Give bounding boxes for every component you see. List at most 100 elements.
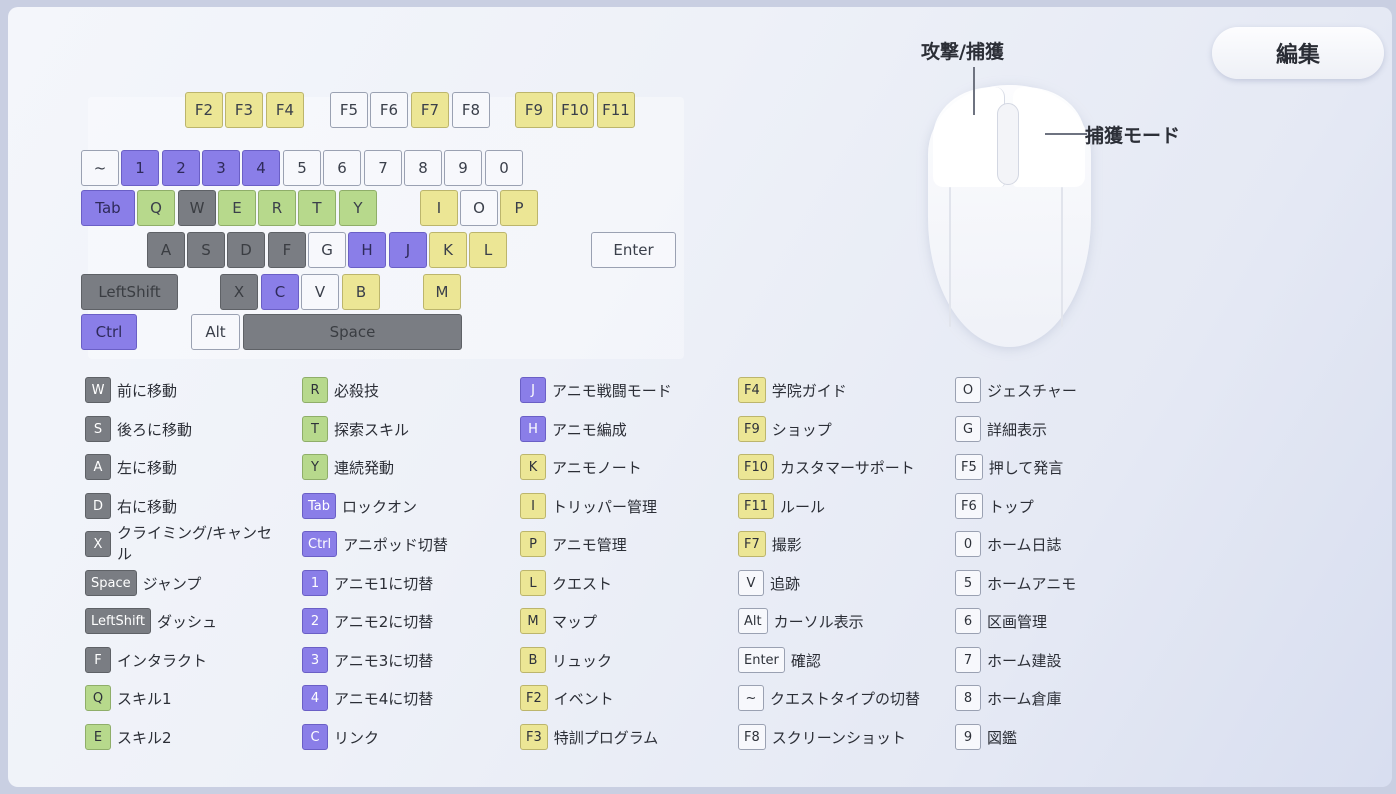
legend-action: リンク — [334, 728, 380, 747]
mouse-right-label: 捕獲モード — [1085, 125, 1181, 147]
key-h[interactable]: H — [348, 232, 386, 268]
key-f11[interactable]: F11 — [597, 92, 635, 128]
key-b[interactable]: B — [342, 274, 380, 310]
key-3[interactable]: 3 — [202, 150, 240, 186]
legend-item: 1 アニモ1に切替 — [302, 570, 433, 596]
mouse-left-button[interactable] — [933, 87, 1005, 187]
legend-action: 追跡 — [770, 574, 801, 593]
key-leftshift[interactable]: LeftShift — [81, 274, 178, 310]
key-f[interactable]: F — [268, 232, 306, 268]
legend-item: Enter 確認 — [738, 647, 821, 673]
key-tab[interactable]: Tab — [81, 190, 135, 226]
key-g[interactable]: G — [308, 232, 346, 268]
mouse-side-line — [949, 187, 951, 327]
legend-item: V 追跡 — [738, 570, 800, 596]
key-ctrl[interactable]: Ctrl — [81, 314, 137, 350]
legend-action: アニモ1に切替 — [334, 574, 434, 593]
mouse-left-pointer — [973, 67, 975, 115]
key-v[interactable]: V — [301, 274, 339, 310]
legend-action: 探索スキル — [334, 420, 410, 439]
legend-item: 9 図鑑 — [955, 724, 1017, 750]
legend-key: F7 — [738, 531, 766, 557]
edit-button[interactable]: 編集 — [1212, 27, 1384, 79]
key-m[interactable]: M — [423, 274, 461, 310]
key-space[interactable]: Space — [243, 314, 462, 350]
key-0[interactable]: 0 — [485, 150, 523, 186]
key-o[interactable]: O — [460, 190, 498, 226]
legend-item: ~ クエストタイプの切替 — [738, 685, 920, 711]
key-d[interactable]: D — [227, 232, 265, 268]
key-f3[interactable]: F3 — [225, 92, 263, 128]
key-enter[interactable]: Enter — [591, 232, 676, 268]
legend-key: Ctrl — [302, 531, 338, 557]
legend-key: H — [520, 416, 546, 442]
mouse-right-button[interactable] — [1013, 87, 1085, 187]
key-settings-panel: F2 F3 F4 F5 F6 F7 F8 F9 F10 F11 ~1 2 3 4 5 6 7 8 9 0 Tab Q W E R… — [8, 7, 1392, 787]
key-i[interactable]: I — [420, 190, 458, 226]
mouse-wheel[interactable] — [997, 103, 1019, 185]
key-y[interactable]: Y — [339, 190, 377, 226]
key-r[interactable]: R — [258, 190, 296, 226]
key-x[interactable]: X — [220, 274, 258, 310]
key-e[interactable]: E — [218, 190, 256, 226]
key-a[interactable]: A — [147, 232, 185, 268]
key-f6[interactable]: F6 — [370, 92, 408, 128]
legend-key: F — [85, 647, 111, 673]
key-f5[interactable]: F5 — [330, 92, 368, 128]
key-alt[interactable]: Alt — [191, 314, 240, 350]
legend-item: C リンク — [302, 724, 379, 750]
key-2[interactable]: 2 — [162, 150, 200, 186]
legend-key: F3 — [520, 724, 548, 750]
key-f9[interactable]: F9 — [515, 92, 553, 128]
mouse-right-pointer — [1045, 133, 1087, 135]
key-5[interactable]: 5 — [283, 150, 321, 186]
legend-key: Y — [302, 454, 328, 480]
key-c[interactable]: C — [261, 274, 299, 310]
legend-action: 連続発動 — [334, 458, 395, 477]
legend-key: M — [520, 608, 546, 634]
key-tilde[interactable]: ~ — [81, 150, 119, 186]
legend-key: J — [520, 377, 546, 403]
legend-action: ジェスチャー — [987, 381, 1077, 400]
legend-item: LeftShift ダッシュ — [85, 608, 217, 634]
legend-action: 撮影 — [771, 535, 802, 554]
legend-action: インタラクト — [117, 651, 208, 670]
key-k[interactable]: K — [429, 232, 467, 268]
legend-action: 必殺技 — [334, 381, 380, 400]
legend-action: スキル1 — [117, 689, 172, 708]
legend-key: F4 — [738, 377, 766, 403]
key-7[interactable]: 7 — [364, 150, 402, 186]
key-4[interactable]: 4 — [242, 150, 280, 186]
key-j[interactable]: J — [389, 232, 427, 268]
legend-action: スキル2 — [117, 728, 172, 747]
legend-action: ホーム建設 — [987, 651, 1062, 670]
key-t[interactable]: T — [298, 190, 336, 226]
key-f2[interactable]: F2 — [185, 92, 223, 128]
key-w[interactable]: W — [178, 190, 216, 226]
key-f8[interactable]: F8 — [452, 92, 490, 128]
key-s[interactable]: S — [187, 232, 225, 268]
legend-action: カーソル表示 — [773, 612, 864, 631]
legend-item: F8 スクリーンショット — [738, 724, 906, 750]
key-f7[interactable]: F7 — [411, 92, 449, 128]
key-f10[interactable]: F10 — [556, 92, 594, 128]
key-l[interactable]: L — [469, 232, 507, 268]
legend-item: 4 アニモ4に切替 — [302, 685, 433, 711]
legend-action: ロックオン — [342, 497, 418, 516]
legend-item: F5 押して発言 — [955, 454, 1063, 480]
key-p[interactable]: P — [500, 190, 538, 226]
legend-action: クエストタイプの切替 — [770, 689, 921, 708]
key-6[interactable]: 6 — [323, 150, 361, 186]
legend-key: F10 — [738, 454, 775, 480]
legend-action: アニモ管理 — [552, 535, 627, 554]
legend-action: ホーム日誌 — [987, 535, 1062, 554]
legend-key: F2 — [520, 685, 548, 711]
key-1[interactable]: 1 — [121, 150, 159, 186]
key-8[interactable]: 8 — [404, 150, 442, 186]
key-9[interactable]: 9 — [444, 150, 482, 186]
key-q[interactable]: Q — [137, 190, 175, 226]
legend-key: Enter — [738, 647, 785, 673]
legend-key: F6 — [955, 493, 983, 519]
key-f4[interactable]: F4 — [266, 92, 304, 128]
legend-item: F6 トップ — [955, 493, 1034, 519]
